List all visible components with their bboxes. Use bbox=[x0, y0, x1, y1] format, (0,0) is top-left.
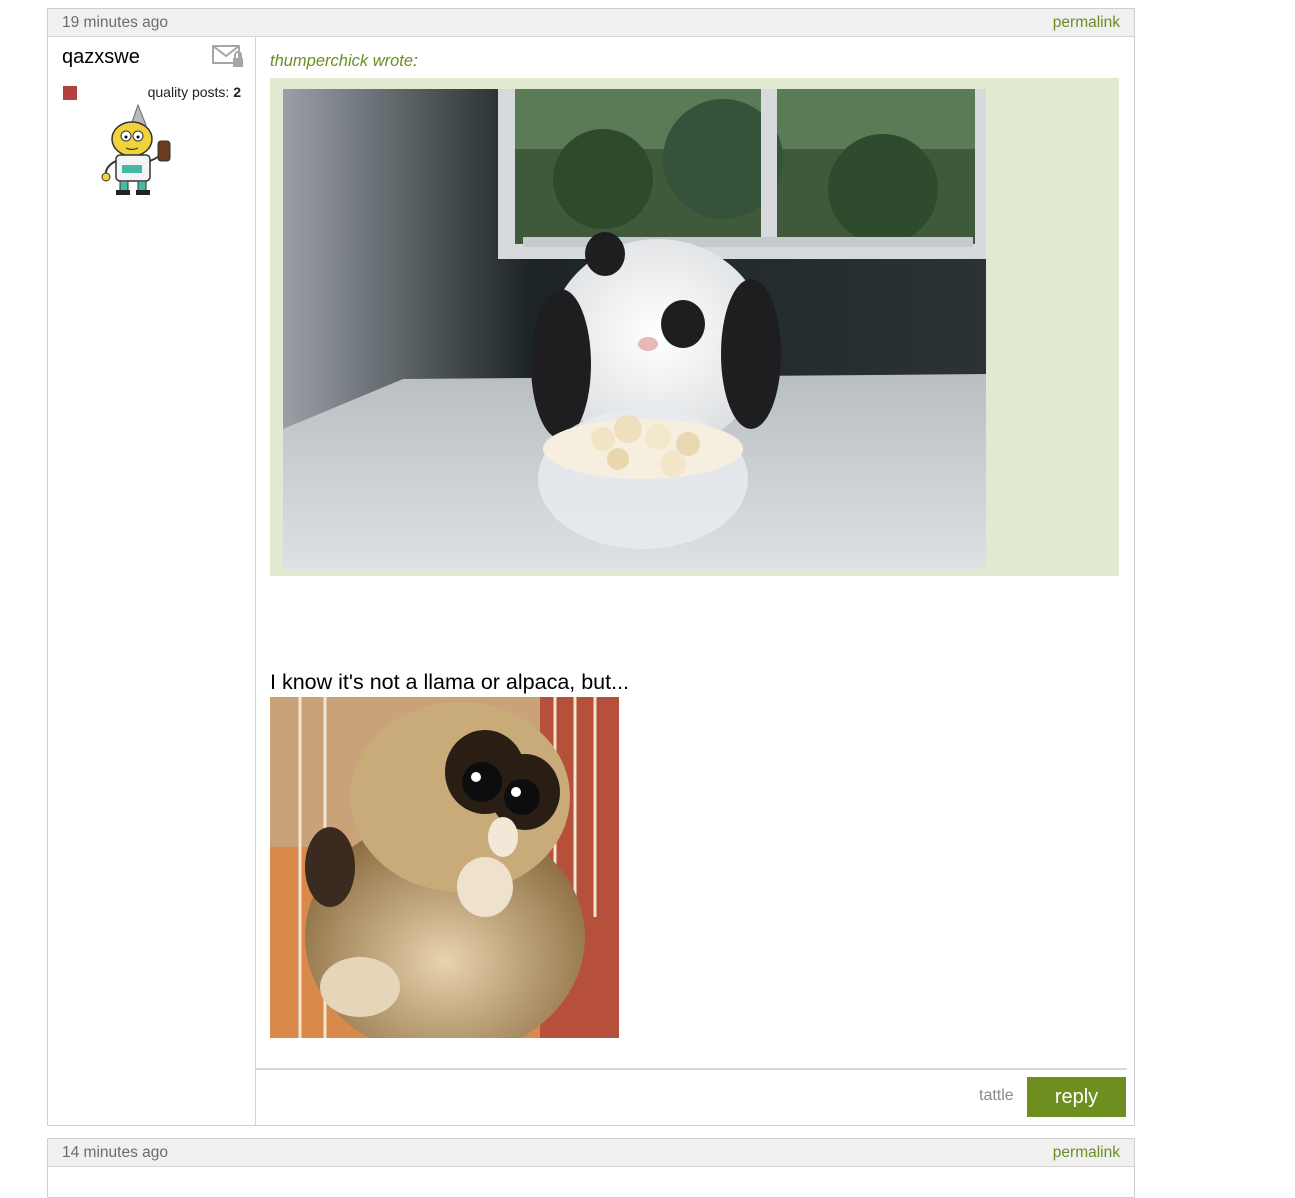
quality-posts: quality posts: 2 bbox=[148, 84, 241, 100]
quote-attribution: thumperchick wrote: bbox=[270, 52, 418, 71]
post-timestamp: 19 minutes ago bbox=[62, 13, 168, 31]
quality-badge-icon bbox=[63, 86, 77, 100]
bunny-image bbox=[283, 89, 986, 569]
quote-colon: : bbox=[413, 52, 418, 70]
mail-lock-icon[interactable] bbox=[212, 43, 246, 69]
quality-posts-label: quality posts: bbox=[147, 84, 230, 100]
forum-post: 14 minutes ago permalink bbox=[47, 1138, 1135, 1198]
author-username[interactable]: qazxswe bbox=[62, 46, 140, 69]
quote-wrote-text: wrote bbox=[372, 52, 414, 70]
post-timestamp: 14 minutes ago bbox=[62, 1143, 168, 1161]
quote-block bbox=[270, 78, 1119, 576]
post-body: qazxswe quality posts: 2 thumperchick wr… bbox=[48, 37, 1134, 1125]
permalink-link[interactable]: permalink bbox=[1053, 14, 1120, 32]
tattle-link[interactable]: tattle bbox=[979, 1087, 1014, 1105]
post-header: 19 minutes ago permalink bbox=[48, 9, 1134, 37]
post-footer-divider bbox=[256, 1068, 1127, 1070]
post-header: 14 minutes ago permalink bbox=[48, 1139, 1134, 1167]
loris-image bbox=[270, 697, 619, 1038]
avatar[interactable] bbox=[96, 103, 180, 197]
quote-author-link[interactable]: thumperchick bbox=[270, 52, 368, 70]
reply-button[interactable]: reply bbox=[1027, 1077, 1126, 1117]
author-sidebar: qazxswe quality posts: 2 bbox=[48, 37, 256, 1125]
permalink-link[interactable]: permalink bbox=[1053, 1144, 1120, 1162]
quality-posts-count: 2 bbox=[233, 84, 241, 100]
post-text: I know it's not a llama or alpaca, but..… bbox=[270, 670, 630, 694]
forum-post: 19 minutes ago permalink qazxswe quality… bbox=[47, 8, 1135, 1126]
